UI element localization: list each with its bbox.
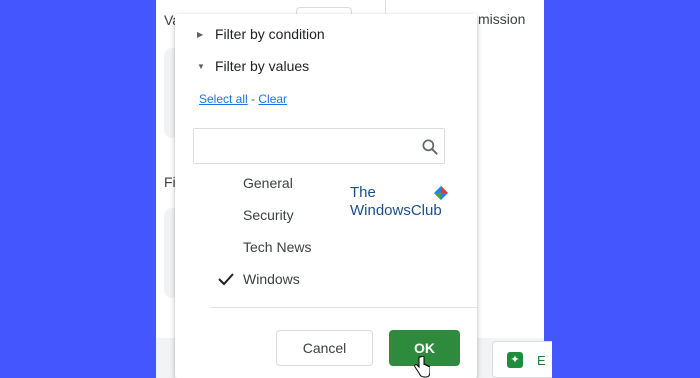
values-search-box <box>193 128 445 164</box>
link-separator: - <box>247 92 259 106</box>
panel-heading-fragment: mission <box>478 11 526 27</box>
value-label: Windows <box>243 271 300 287</box>
value-item-tech-news[interactable]: Tech News <box>175 232 477 264</box>
value-label: Security <box>243 207 294 223</box>
value-label: General <box>243 175 293 191</box>
search-icon <box>422 139 438 155</box>
value-item-windows[interactable]: Windows <box>175 264 477 296</box>
explore-button[interactable]: ✦ E <box>492 341 552 378</box>
cancel-button[interactable]: Cancel <box>276 330 373 366</box>
select-all-link[interactable]: Select all <box>199 92 248 106</box>
filter-by-values-label: Filter by values <box>215 58 310 74</box>
hand-cursor-icon <box>414 356 430 378</box>
filter-by-condition-toggle[interactable]: ▶ Filter by condition <box>197 26 325 42</box>
value-label: Tech News <box>243 239 312 255</box>
caret-down-icon: ▼ <box>197 61 205 71</box>
watermark-line1: The <box>350 184 376 201</box>
clear-link[interactable]: Clear <box>258 92 287 106</box>
windows-flag-icon <box>434 186 448 200</box>
select-links: Select all - Clear <box>199 92 287 106</box>
caret-right-icon: ▶ <box>197 29 204 39</box>
watermark-logo: The WindowsClub <box>350 184 452 224</box>
checkmark-icon <box>218 273 234 286</box>
footer-divider <box>211 307 477 308</box>
values-search-input[interactable] <box>194 129 416 163</box>
filter-by-condition-label: Filter by condition <box>215 26 325 42</box>
explore-label: E <box>537 353 546 368</box>
panel-label-fragment: Fi <box>164 174 176 190</box>
watermark-line2: WindowsClub <box>350 202 442 219</box>
filter-by-values-toggle[interactable]: ▼ Filter by values <box>197 58 309 74</box>
explore-icon: ✦ <box>507 352 523 368</box>
